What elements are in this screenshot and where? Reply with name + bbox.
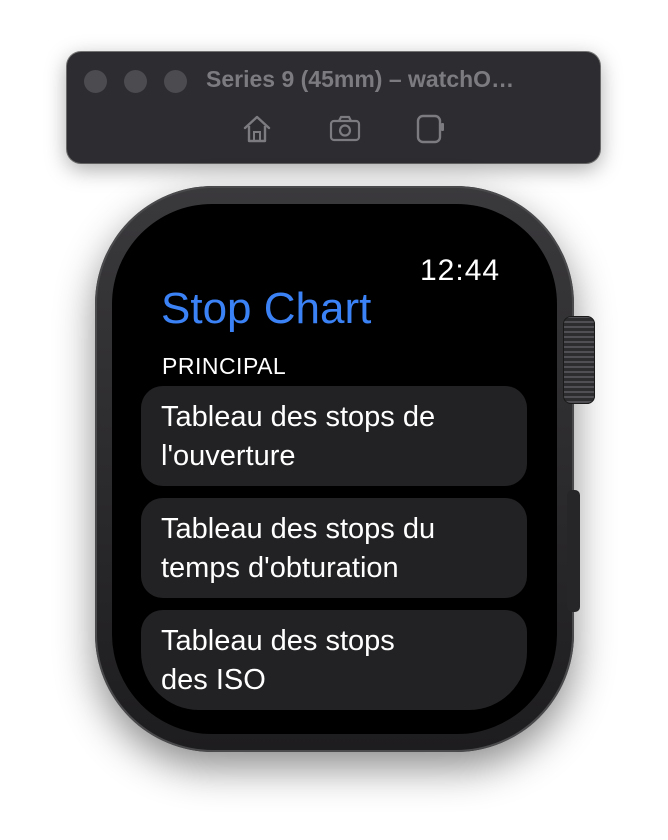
list-item-label: Tableau des stops du temps d'obturation — [161, 513, 436, 584]
list-item-shutter-speed[interactable]: Tableau des stops du temps d'obturation — [141, 498, 527, 598]
zoom-window-button[interactable] — [164, 70, 187, 93]
list-item-iso[interactable]: Tableau des stops des ISO — [141, 610, 527, 710]
side-button[interactable] — [567, 490, 580, 612]
list-item-label: Tableau des stops de l'ouverture — [161, 401, 436, 472]
minimize-window-button[interactable] — [124, 70, 147, 93]
rotate-device-icon — [416, 114, 444, 144]
simulator-window: Series 9 (45mm) – watchO… — [67, 52, 600, 163]
page-title: Stop Chart — [161, 284, 372, 333]
list-item-aperture[interactable]: Tableau des stops de l'ouverture — [141, 386, 527, 486]
simulator-title: Series 9 (45mm) – watchO… — [206, 66, 515, 92]
home-icon — [243, 115, 271, 143]
home-button[interactable] — [240, 112, 274, 146]
rotate-device-button[interactable] — [412, 112, 446, 146]
section-header: PRINCIPAL — [162, 353, 287, 379]
digital-crown[interactable] — [563, 316, 595, 404]
screenshot-icon — [329, 115, 361, 142]
close-window-button[interactable] — [84, 70, 107, 93]
screenshot-button[interactable] — [328, 112, 362, 146]
list-item-label: Tableau des stops des ISO — [161, 625, 395, 696]
status-time: 12:44 — [420, 254, 501, 287]
